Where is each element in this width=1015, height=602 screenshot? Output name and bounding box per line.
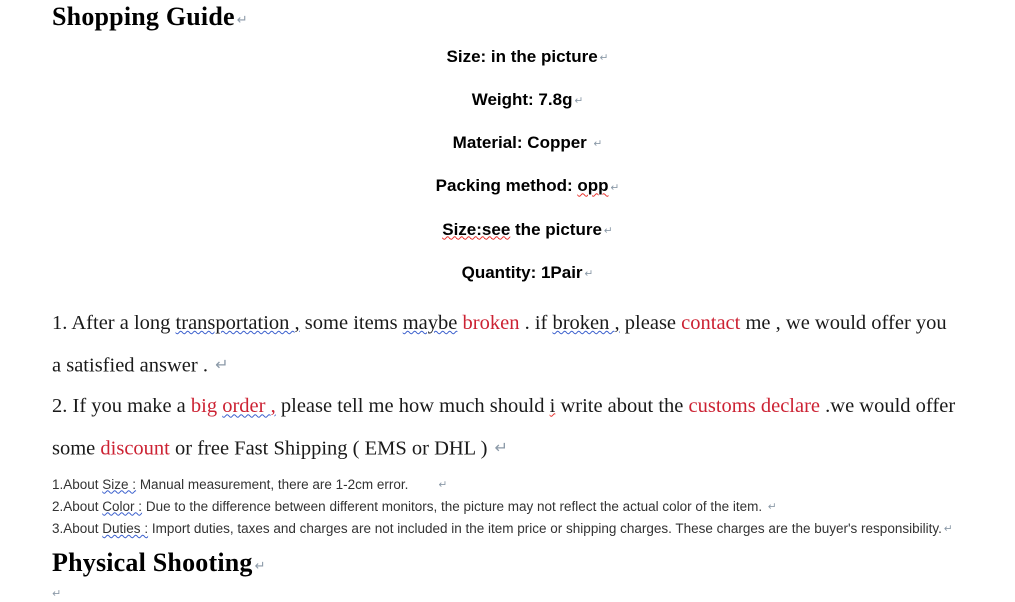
para1-text-9: please (619, 312, 682, 334)
spec-size-text: Size: in the picture (446, 46, 598, 66)
spec-line-weight: Weight: 7.8g ↵ (52, 79, 1003, 122)
paragraph-return-mark: ↵ (438, 478, 448, 491)
document-page: Shopping Guide ↵ Size: in the picture ↵ We… (0, 0, 1015, 600)
para2-text-4: please tell me how much should (275, 395, 550, 418)
paragraph-return-mark: ↵ (254, 559, 266, 575)
section-title-text: Physical Shooting (52, 548, 253, 578)
note-2-suffix: Due to the difference between different … (142, 498, 766, 514)
spec-quantity-text: Quantity: 1Pair (461, 262, 583, 282)
para1-text-11: me , we would offer you (740, 312, 947, 334)
empty-paragraph: ↵ (52, 582, 1003, 602)
page-title-text: Shopping Guide (52, 2, 235, 31)
note-about-duties: 3.About Duties : Import duties, taxes an… (52, 518, 1003, 540)
list-number-1: 1. (52, 312, 72, 334)
note-2-prefix: 2.About (52, 498, 103, 514)
highlight-order: order , (222, 395, 276, 418)
para1-text-7: . if (519, 312, 553, 334)
product-specs: Size: in the picture ↵ Weight: 7.8g ↵ Mate… (52, 36, 1003, 295)
shipping-notes: 1.About Size : Manual measurement, there… (52, 470, 1003, 541)
note-about-size: 1.About Size : Manual measurement, there… (52, 474, 1003, 496)
paragraph-return-mark: ↵ (599, 52, 609, 65)
spec-packing-label: Packing method: (435, 176, 578, 196)
spec-weight-text: Weight: 7.8g (471, 90, 573, 110)
spec-material-text: Material: Copper (452, 133, 592, 153)
paragraph-return-mark: ↵ (610, 181, 620, 194)
para2-text-1: If you make a (72, 395, 191, 418)
para2-text-9: some (52, 437, 101, 460)
page-title: Shopping Guide ↵ (52, 0, 1003, 36)
para2-text-11: or free Fast Shipping ( EMS or DHL ) (169, 437, 493, 460)
paragraph-return-mark: ↵ (943, 523, 953, 536)
spec-line-material: Material: Copper ↵ (52, 122, 1003, 165)
terms-paragraph-2-line-2: some discount or free Fast Shipping ( EM… (52, 427, 1003, 469)
terms-paragraph-1-line-2: a satisfied answer . ↵ (52, 344, 1003, 386)
para2-text-8: .we would offer (820, 395, 956, 418)
terms-paragraph-1: 1. After a long transportation , some it… (52, 295, 1003, 344)
highlight-broken: broken (462, 312, 520, 334)
para1-text-1: After a long (71, 312, 176, 334)
note-1-suffix: Manual measurement, there are 1-2cm erro… (136, 476, 409, 492)
para1-text-3: some items (299, 312, 403, 334)
para2-text-6: write about the (555, 395, 689, 418)
paragraph-return-mark: ↵ (593, 138, 603, 151)
note-1-prefix: 1.About (52, 476, 103, 492)
grammar-flagged-duties: Duties : (102, 520, 149, 536)
para1-text-12: a satisfied answer . (52, 354, 214, 377)
paragraph-return-mark: ↵ (494, 438, 508, 458)
grammar-flagged-maybe: maybe (402, 312, 458, 334)
grammar-flagged-size: Size : (102, 476, 137, 492)
spec-size-see-suffix: the picture (510, 219, 602, 239)
note-about-color: 2.About Color : Due to the difference be… (52, 496, 1003, 518)
spec-line-size-see: Size:see the picture ↵ (52, 209, 1003, 252)
paragraph-return-mark: ↵ (603, 224, 613, 237)
grammar-flagged-transportation: transportation , (175, 312, 300, 334)
spec-line-size: Size: in the picture ↵ (52, 36, 1003, 79)
paragraph-return-mark: ↵ (767, 500, 777, 513)
highlight-discount: discount (100, 437, 170, 460)
paragraph-return-mark: ↵ (584, 268, 594, 280)
spellcheck-flagged-word-size-see: Size:see (442, 219, 511, 239)
paragraph-return-mark: ↵ (574, 95, 584, 108)
highlight-customs-declare: customs declare (688, 395, 821, 418)
paragraph-return-mark: ↵ (215, 355, 229, 374)
spellcheck-flagged-word-opp: opp (577, 176, 609, 196)
spec-line-quantity: Quantity: 1Pair ↵ (52, 252, 1003, 295)
grammar-flagged-color: Color : (102, 498, 143, 514)
note-3-prefix: 3.About (52, 520, 103, 536)
highlight-big: big (190, 395, 223, 418)
terms-paragraph-2: 2. If you make a big order , please tell… (52, 386, 1003, 427)
note-3-suffix: Import duties, taxes and charges are not… (148, 520, 942, 536)
paragraph-return-mark: ↵ (236, 12, 248, 28)
list-number-2: 2. (52, 395, 73, 418)
section-title-physical-shooting: Physical Shooting ↵ (52, 540, 1003, 582)
highlight-contact: contact (681, 312, 741, 334)
grammar-flagged-broken: broken , (552, 312, 620, 334)
spec-line-packing: Packing method: opp ↵ (52, 165, 1003, 208)
